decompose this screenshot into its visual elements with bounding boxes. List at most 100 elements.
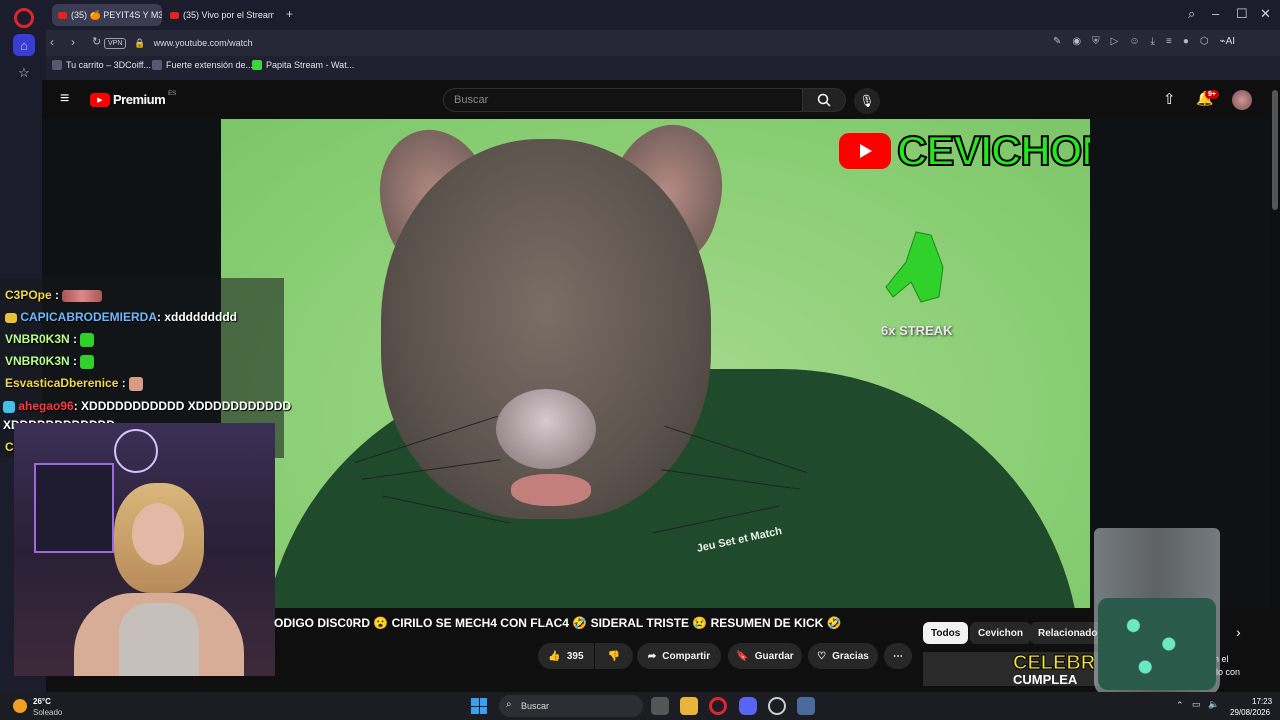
emote-icon bbox=[62, 289, 103, 302]
glass-contents bbox=[1098, 598, 1216, 690]
tab-vivo-streaming[interactable]: (35) Vivo por el Streaming bbox=[164, 4, 274, 26]
chat-message: VNBR0K3N : bbox=[5, 354, 95, 369]
camera-icon[interactable]: ◉ bbox=[1072, 36, 1081, 47]
youtube-play-icon: ▶ bbox=[90, 92, 110, 107]
save-button[interactable]: 🔖 Guardar bbox=[728, 643, 802, 669]
search-button[interactable] bbox=[802, 88, 846, 112]
volume-icon[interactable]: 🔈 bbox=[1208, 699, 1219, 710]
plus-icon[interactable]: + bbox=[286, 7, 293, 21]
vpn-badge[interactable]: VPN bbox=[104, 37, 127, 49]
chat-message: CAPICABRODEMIERDA: xddddddddd bbox=[5, 310, 237, 324]
bookmark-favicon-icon bbox=[252, 60, 262, 70]
bookmarks-bar: Tu carrito – 3DCoiff... Fuerte extensión… bbox=[46, 56, 1280, 80]
video-player[interactable]: Jeu Set et Match CEVICHON 6x STREAK bbox=[221, 119, 1090, 608]
windows-start-icon[interactable] bbox=[471, 698, 487, 714]
download-icon[interactable]: ⤓ bbox=[1151, 36, 1155, 47]
shelf-graphic bbox=[34, 463, 114, 553]
like-count: 395 bbox=[566, 650, 584, 662]
bookmark-label: Papita Stream - Wat... bbox=[266, 60, 355, 70]
chat-user: VNBR0K3N bbox=[5, 354, 70, 368]
taskbar-search-label: Buscar bbox=[521, 701, 550, 711]
hands-emote-icon bbox=[80, 354, 95, 369]
home-icon[interactable]: ⌂ bbox=[13, 34, 35, 56]
profile-icon[interactable]: ● bbox=[1183, 36, 1189, 47]
search-icon bbox=[817, 93, 831, 107]
bookmark-item[interactable]: Fuerte extensión de... bbox=[152, 60, 253, 70]
tray-chevron-icon[interactable]: ⌃ bbox=[1176, 700, 1184, 711]
play-icon[interactable]: ▷ bbox=[1111, 36, 1119, 47]
youtube-logo[interactable]: ▶ Premium ES bbox=[90, 91, 176, 107]
shield-icon[interactable]: ⛨ bbox=[1092, 36, 1100, 47]
thumbs-down-icon: 👎 bbox=[607, 650, 621, 662]
youtube-header: ≡ ▶ Premium ES Buscar 🎙 ⇧ 🔔 9+ bbox=[42, 80, 1270, 120]
opera-taskbar-icon[interactable] bbox=[709, 697, 727, 715]
discord-icon[interactable] bbox=[739, 697, 757, 715]
youtube-logo-icon bbox=[839, 133, 891, 169]
thumbs-up-icon: 👍 bbox=[548, 650, 561, 662]
minimize-icon[interactable]: – bbox=[1212, 6, 1219, 21]
back-icon[interactable]: ‹ bbox=[50, 35, 54, 49]
search-icon: ⌕ bbox=[506, 699, 512, 710]
share-button[interactable]: ➦ Compartir bbox=[637, 643, 721, 669]
tab-peyit4s[interactable]: (35) 🍊 PEYIT4S Y M3R bbox=[52, 4, 162, 26]
premium-label: Premium bbox=[113, 92, 166, 107]
windows-taskbar: 26°C Soleado ⌕ Buscar ⌃ ▭ 🔈 17:23 29/08/… bbox=[0, 692, 1280, 720]
like-button[interactable]: 👍 395 bbox=[538, 643, 594, 669]
network-icon[interactable]: ▭ bbox=[1192, 699, 1201, 710]
streamer-top bbox=[119, 603, 199, 676]
chip-todos[interactable]: Todos bbox=[923, 622, 969, 644]
chat-message: C3POpe : bbox=[5, 288, 103, 302]
glass-overlay bbox=[1094, 528, 1220, 696]
youtube-favicon-icon bbox=[58, 11, 67, 19]
edit-icon[interactable]: ✎ bbox=[1053, 36, 1061, 47]
chat-message: ahegao96: XDDDDDDDDDDD XDDDDDDDDDDD bbox=[3, 399, 291, 413]
settings-gear-icon[interactable] bbox=[797, 697, 815, 715]
star-icon[interactable]: ☆ bbox=[13, 62, 35, 84]
close-icon[interactable]: ✕ bbox=[1260, 6, 1271, 22]
thanks-button[interactable]: ♡ Gracias bbox=[808, 643, 878, 669]
chat-user: ahegao96 bbox=[18, 399, 74, 413]
obs-icon[interactable] bbox=[768, 697, 786, 715]
file-explorer-icon[interactable] bbox=[680, 697, 698, 715]
maximize-icon[interactable]: ☐ bbox=[1236, 6, 1248, 22]
youtube-favicon-icon bbox=[170, 11, 179, 19]
clock-time[interactable]: 17:23 bbox=[1252, 697, 1272, 706]
save-label: Guardar bbox=[754, 650, 794, 662]
ai-button[interactable]: ⌁AI bbox=[1220, 36, 1235, 47]
reload-icon[interactable]: ↻ bbox=[92, 35, 101, 48]
extensions-icon[interactable]: ⬡ bbox=[1200, 36, 1209, 47]
feedback-icon[interactable]: ☺ bbox=[1129, 36, 1139, 47]
chip-cevichon[interactable]: Cevichon bbox=[970, 622, 1032, 644]
mask-mouth bbox=[511, 474, 591, 506]
chevron-right-icon[interactable]: › bbox=[1236, 624, 1241, 640]
bookmark-item[interactable]: Tu carrito – 3DCoiff... bbox=[52, 60, 151, 70]
thanks-label: Gracias bbox=[832, 650, 869, 662]
chat-user: CAPICABRODEMIERDA bbox=[20, 310, 158, 324]
more-actions-button[interactable]: ⋯ bbox=[884, 643, 912, 669]
planet-lamp-graphic bbox=[114, 429, 158, 473]
task-view-icon[interactable] bbox=[651, 697, 669, 715]
avatar[interactable] bbox=[1232, 90, 1252, 110]
search-tabs-icon[interactable]: ⌕ bbox=[1188, 6, 1195, 22]
share-icon: ➦ bbox=[647, 650, 657, 662]
microphone-icon[interactable]: 🎙 bbox=[854, 88, 880, 114]
bookmark-item[interactable]: Papita Stream - Wat... bbox=[252, 60, 354, 70]
bookmark-label: Fuerte extensión de... bbox=[166, 60, 254, 70]
scrollbar-thumb[interactable] bbox=[1272, 90, 1278, 210]
chat-user: C3POpe bbox=[5, 288, 52, 302]
forward-icon[interactable]: › bbox=[71, 35, 75, 49]
hands-emote-icon bbox=[80, 332, 95, 347]
hamburger-menu-icon[interactable]: ≡ bbox=[60, 90, 69, 108]
search-input[interactable]: Buscar bbox=[443, 88, 803, 112]
related-video-thumbnail[interactable]: CELEBR CUMPLEA bbox=[923, 652, 1103, 686]
taskbar-search[interactable]: ⌕ Buscar bbox=[499, 695, 643, 717]
weather-temp[interactable]: 26°C bbox=[33, 697, 51, 706]
scrollbar[interactable] bbox=[1270, 80, 1280, 692]
ai-label: AI bbox=[1225, 36, 1236, 47]
opera-logo-icon[interactable] bbox=[14, 8, 34, 28]
menu-icon[interactable]: ≡ bbox=[1166, 36, 1172, 47]
dislike-button[interactable]: 👎 bbox=[595, 643, 633, 669]
sun-icon[interactable] bbox=[13, 699, 27, 713]
upload-icon[interactable]: ⇧ bbox=[1163, 90, 1176, 108]
address-bar: ‹ › ↻ VPN 🔒 www.youtube.com/watch ✎ ◉ ⛨ … bbox=[46, 30, 1280, 56]
